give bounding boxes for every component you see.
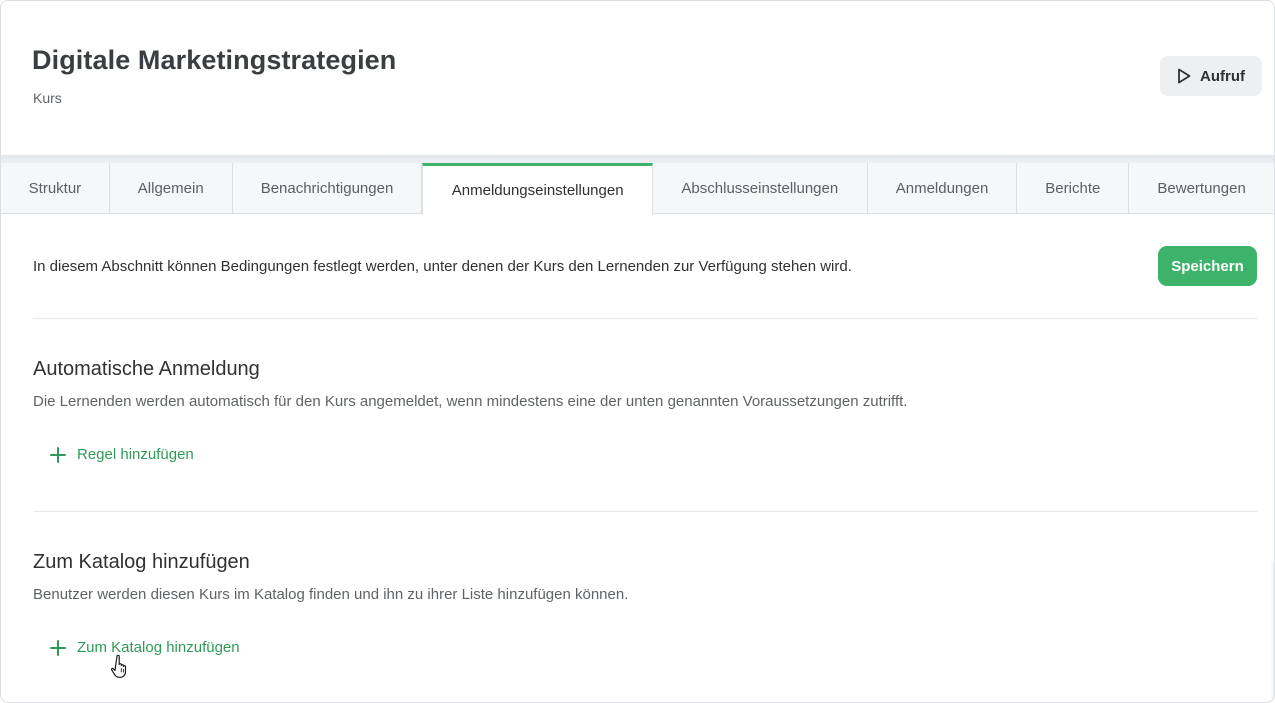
intro-text: In diesem Abschnitt können Bedingungen f… <box>33 258 852 275</box>
scroll-edge-shadow <box>1270 561 1274 701</box>
add-rule-label: Regel hinzufügen <box>77 446 194 463</box>
page-subtitle: Kurs <box>33 90 62 106</box>
play-icon <box>1177 68 1191 84</box>
page-title: Digitale Marketingstrategien <box>32 45 397 75</box>
tab-abschlusseinstellungen[interactable]: Abschlusseinstellungen <box>653 163 868 214</box>
tab-berichte[interactable]: Berichte <box>1017 163 1130 214</box>
tab-allgemein[interactable]: Allgemein <box>110 163 233 214</box>
plus-icon <box>50 446 66 463</box>
hand-pointer-cursor-icon <box>110 654 131 680</box>
tab-benachrichtigungen[interactable]: Benachrichtigungen <box>233 163 423 214</box>
section-description-catalog: Benutzer werden diesen Kurs im Katalog f… <box>33 586 629 603</box>
section-description-auto-enrollment: Die Lernenden werden automatisch für den… <box>33 393 908 410</box>
page-header: Digitale Marketingstrategien Kurs Aufruf <box>1 1 1274 155</box>
tab-anmeldungseinstellungen[interactable]: Anmeldungseinstellungen <box>422 163 653 215</box>
section-divider <box>33 318 1257 319</box>
add-to-catalog-link[interactable]: Zum Katalog hinzufügen <box>50 639 240 656</box>
add-rule-link[interactable]: Regel hinzufügen <box>50 446 194 463</box>
section-title-auto-enrollment: Automatische Anmeldung <box>33 358 260 380</box>
section-divider <box>33 511 1257 512</box>
tab-bar: Struktur Allgemein Benachrichtigungen An… <box>1 163 1274 215</box>
save-button[interactable]: Speichern <box>1158 246 1257 286</box>
run-button-label: Aufruf <box>1200 67 1245 85</box>
course-settings-page: Digitale Marketingstrategien Kurs Aufruf… <box>0 0 1275 703</box>
add-to-catalog-label: Zum Katalog hinzufügen <box>77 639 240 656</box>
plus-icon <box>50 639 66 656</box>
tab-anmeldungen[interactable]: Anmeldungen <box>868 163 1018 214</box>
tab-struktur[interactable]: Struktur <box>1 163 110 214</box>
run-button[interactable]: Aufruf <box>1160 56 1262 96</box>
section-title-catalog: Zum Katalog hinzufügen <box>33 551 250 573</box>
tab-bewertungen[interactable]: Bewertungen <box>1129 163 1274 214</box>
